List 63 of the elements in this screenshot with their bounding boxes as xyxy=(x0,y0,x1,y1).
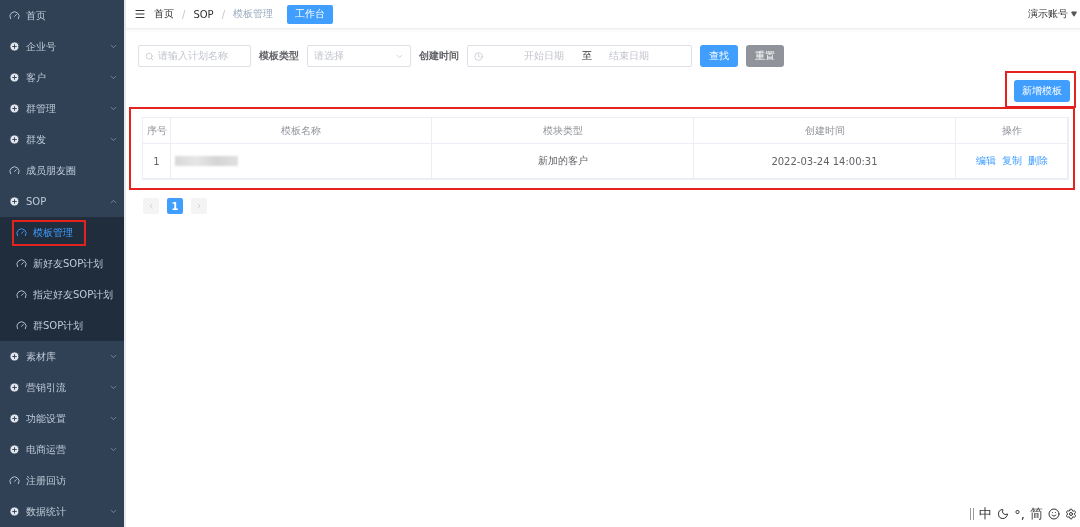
sidebar-item[interactable]: 首页 xyxy=(0,0,124,31)
column-header: 模块类型 xyxy=(432,118,694,144)
breadcrumb-item[interactable]: 首页 xyxy=(154,7,174,21)
search-icon xyxy=(145,51,154,61)
submenu-item[interactable]: 指定好友SOP计划 xyxy=(0,279,124,310)
gauge-icon xyxy=(16,227,27,238)
plus-circle-icon xyxy=(9,444,20,455)
plus-circle-icon xyxy=(9,413,20,424)
settings-icon[interactable] xyxy=(1065,508,1077,520)
sidebar-item[interactable]: 客户 xyxy=(0,62,124,93)
breadcrumb-separator: / xyxy=(221,8,225,20)
breadcrumb-item[interactable]: SOP xyxy=(193,8,214,20)
caret-down-icon[interactable] xyxy=(1071,11,1077,17)
table-cell: 新加的客户 xyxy=(432,144,694,179)
table-cell: 2022-03-24 14:00:31 xyxy=(694,144,956,179)
column-header: 序号 xyxy=(143,118,171,144)
ime-button[interactable]: 简 xyxy=(1030,505,1043,523)
sidebar-item[interactable]: SOP xyxy=(0,186,124,217)
ime-button[interactable]: °, xyxy=(1014,506,1025,522)
sidebar-item[interactable]: 注册回访 xyxy=(0,465,124,496)
range-separator: 至 xyxy=(581,49,592,63)
field-label: 创建时间 xyxy=(419,49,459,63)
plus-circle-icon xyxy=(9,506,20,517)
account-name[interactable]: 演示账号 xyxy=(1028,7,1068,21)
chevron-left-icon xyxy=(147,202,155,210)
sidebar-item[interactable]: 成员朋友圈 xyxy=(0,155,124,186)
submenu-item[interactable]: 群SOP计划 xyxy=(0,310,124,341)
gauge-icon xyxy=(16,320,27,331)
gauge-icon xyxy=(16,289,27,300)
sidebar-item[interactable]: 素材库 xyxy=(0,341,124,372)
sidebar-item[interactable]: 数据统计 xyxy=(0,496,124,527)
plus-circle-icon xyxy=(9,134,20,145)
gauge-icon xyxy=(9,475,20,486)
breadcrumb-separator: / xyxy=(182,8,186,20)
plus-circle-icon xyxy=(9,41,20,52)
submenu-item[interactable]: 新好友SOP计划 xyxy=(0,248,124,279)
ime-button[interactable]: 中 xyxy=(979,505,993,523)
chevron-right-icon xyxy=(195,202,203,210)
sidebar-item[interactable]: 企业号 xyxy=(0,31,124,62)
plus-circle-icon xyxy=(9,382,20,393)
sidebar-item[interactable]: 群发 xyxy=(0,124,124,155)
sidebar-item[interactable]: 功能设置 xyxy=(0,403,124,434)
smiley-icon[interactable] xyxy=(1048,508,1060,520)
sidebar-item[interactable]: 群管理 xyxy=(0,93,124,124)
table-cell: 1 xyxy=(143,144,171,179)
column-header: 操作 xyxy=(956,118,1068,144)
breadcrumb-item: 模板管理 xyxy=(233,7,273,21)
column-header: 模板名称 xyxy=(171,118,432,144)
column-header: 创建时间 xyxy=(694,118,956,144)
submenu-item[interactable]: 模板管理 xyxy=(0,217,124,248)
plus-circle-icon xyxy=(9,103,20,114)
sidebar-item[interactable]: 营销引流 xyxy=(0,372,124,403)
plus-circle-icon xyxy=(9,72,20,83)
field-label: 模板类型 xyxy=(259,49,299,63)
sidebar-item[interactable]: 电商运营 xyxy=(0,434,124,465)
gauge-icon xyxy=(9,10,20,21)
moon-icon[interactable] xyxy=(997,508,1010,520)
plus-circle-icon xyxy=(9,196,20,207)
clock-icon xyxy=(474,51,483,61)
gauge-icon xyxy=(9,165,20,176)
gauge-icon xyxy=(16,258,27,269)
menu-icon[interactable] xyxy=(134,8,146,20)
plus-circle-icon xyxy=(9,351,20,362)
